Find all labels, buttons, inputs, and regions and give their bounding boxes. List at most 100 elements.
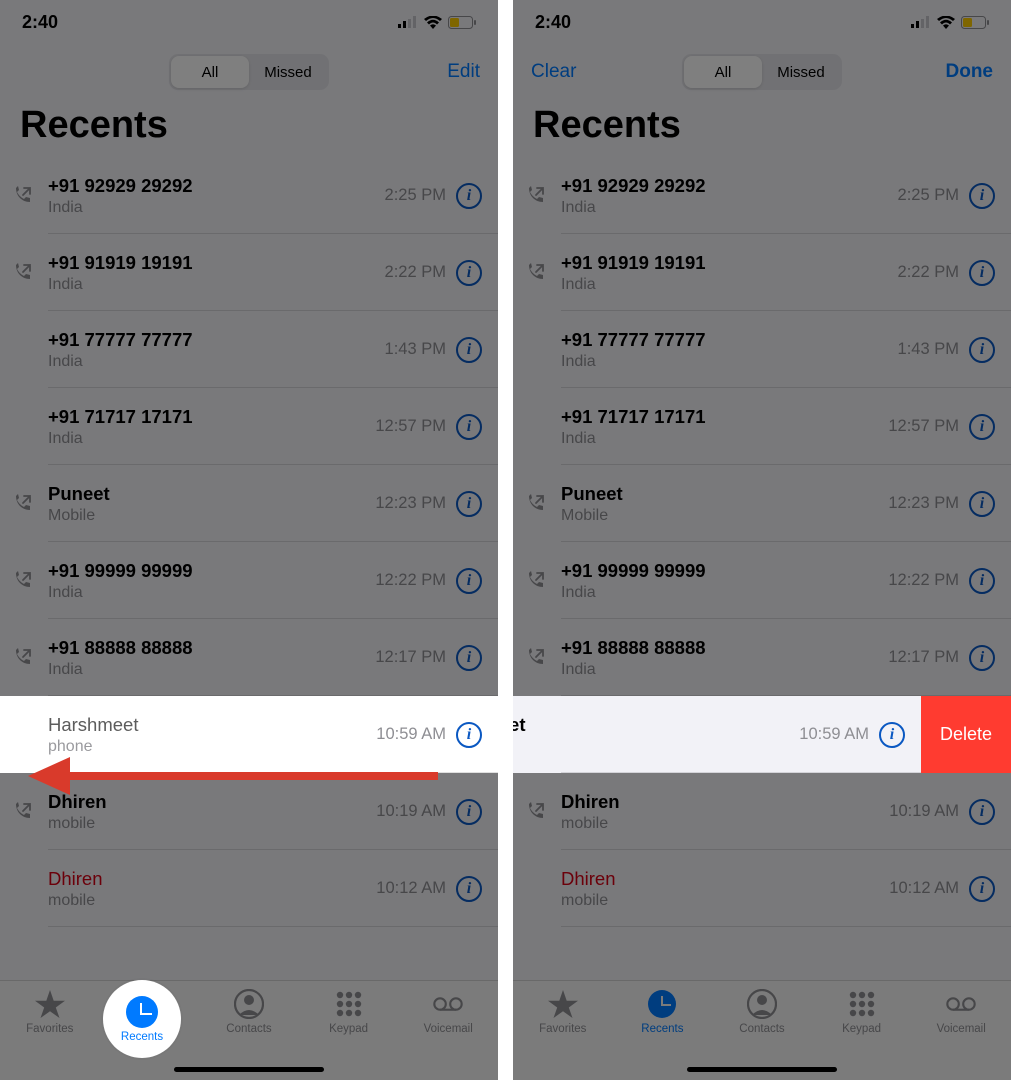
call-name: +91 92929 29292: [48, 175, 385, 197]
tab-bar: Favorites Recents Contacts Keypad: [0, 980, 498, 1080]
info-icon[interactable]: i: [969, 491, 995, 517]
info-icon[interactable]: i: [456, 799, 482, 825]
info-icon[interactable]: i: [969, 183, 995, 209]
segmented-control[interactable]: All Missed: [682, 54, 842, 90]
outgoing-call-icon: [12, 263, 48, 283]
call-row[interactable]: Dhirenmobile10:19 AMi: [0, 773, 498, 850]
call-row[interactable]: +91 88888 88888India12:17 PMi: [0, 619, 498, 696]
call-sublabel: mobile: [561, 815, 889, 833]
call-name: Dhiren: [561, 868, 889, 890]
segment-all[interactable]: All: [171, 56, 249, 88]
call-sublabel: India: [561, 430, 888, 448]
done-button[interactable]: Done: [946, 61, 994, 83]
call-row[interactable]: +91 92929 29292India2:25 PMi: [513, 157, 1011, 234]
status-time: 2:40: [22, 12, 58, 33]
tab-voicemail[interactable]: Voicemail: [916, 989, 1006, 1035]
call-name: Puneet: [48, 483, 375, 505]
call-sublabel: mobile: [48, 815, 376, 833]
tab-favorites[interactable]: Favorites: [5, 989, 95, 1035]
call-row[interactable]: +91 99999 99999India12:22 PMi: [513, 542, 1011, 619]
tab-contacts[interactable]: Contacts: [717, 989, 807, 1035]
home-indicator[interactable]: [687, 1067, 837, 1072]
delete-button[interactable]: Delete: [921, 696, 1011, 773]
star-icon: [548, 989, 578, 1019]
call-sublabel: India: [561, 353, 898, 371]
segment-missed[interactable]: Missed: [249, 56, 327, 88]
call-time: 12:22 PM: [375, 571, 446, 590]
tab-contacts[interactable]: Contacts: [204, 989, 294, 1035]
tab-voicemail[interactable]: Voicemail: [403, 989, 493, 1035]
tab-favorites[interactable]: Favorites: [518, 989, 608, 1035]
call-time: 10:59 AM: [376, 725, 446, 744]
call-row[interactable]: +91 91919 19191India2:22 PMi: [0, 234, 498, 311]
edit-button[interactable]: Edit: [447, 61, 480, 83]
call-row[interactable]: hmeetone10:59 AMiDelete: [513, 696, 1011, 773]
segment-missed[interactable]: Missed: [762, 56, 840, 88]
info-icon[interactable]: i: [456, 722, 482, 748]
call-name: Puneet: [561, 483, 888, 505]
info-icon[interactable]: i: [969, 645, 995, 671]
info-icon[interactable]: i: [879, 722, 905, 748]
segment-all[interactable]: All: [684, 56, 762, 88]
call-row[interactable]: +91 71717 17171India12:57 PMi: [0, 388, 498, 465]
call-sublabel: Mobile: [561, 507, 888, 525]
info-icon[interactable]: i: [456, 337, 482, 363]
call-row[interactable]: Dhirenmobile10:12 AMi: [0, 850, 498, 927]
info-icon[interactable]: i: [456, 568, 482, 594]
call-name: +91 77777 77777: [561, 329, 898, 351]
call-sublabel: India: [561, 199, 898, 217]
info-icon[interactable]: i: [456, 414, 482, 440]
call-sublabel: mobile: [561, 892, 889, 910]
call-row[interactable]: Puneet Mobile12:23 PM i: [513, 465, 1011, 542]
info-icon[interactable]: i: [969, 337, 995, 363]
tab-keypad[interactable]: Keypad: [817, 989, 907, 1035]
tab-label: Keypad: [842, 1023, 881, 1035]
info-icon[interactable]: i: [969, 414, 995, 440]
tab-keypad[interactable]: Keypad: [304, 989, 394, 1035]
info-icon[interactable]: i: [969, 260, 995, 286]
call-sublabel: India: [48, 276, 385, 294]
segmented-control[interactable]: All Missed: [169, 54, 329, 90]
tab-bar: Favorites Recents Contacts Keypad: [513, 980, 1011, 1080]
call-row[interactable]: +91 99999 99999India12:22 PMi: [0, 542, 498, 619]
call-time: 12:17 PM: [888, 648, 959, 667]
info-icon[interactable]: i: [456, 183, 482, 209]
contact-icon: [234, 989, 264, 1019]
nav-header: All Missed Edit: [0, 44, 498, 100]
tab-label: Recents: [641, 1023, 683, 1035]
info-icon[interactable]: i: [456, 491, 482, 517]
call-name: Dhiren: [48, 791, 376, 813]
info-icon[interactable]: i: [969, 799, 995, 825]
call-row[interactable]: +91 77777 77777India1:43 PMi: [0, 311, 498, 388]
info-icon[interactable]: i: [969, 876, 995, 902]
home-indicator[interactable]: [174, 1067, 324, 1072]
outgoing-call-icon: [525, 186, 561, 206]
call-row[interactable]: Dhirenmobile10:12 AMi: [513, 850, 1011, 927]
tab-recents[interactable]: Recents: [617, 989, 707, 1035]
info-icon[interactable]: i: [969, 568, 995, 594]
call-row[interactable]: +91 91919 19191India2:22 PMi: [513, 234, 1011, 311]
call-row[interactable]: +91 88888 88888India12:17 PMi: [513, 619, 1011, 696]
call-name: +91 71717 17171: [48, 406, 375, 428]
call-row[interactable]: +91 77777 77777India1:43 PMi: [513, 311, 1011, 388]
call-row[interactable]: Dhirenmobile10:19 AMi: [513, 773, 1011, 850]
recents-list[interactable]: +91 92929 29292India2:25 PMi+91 91919 19…: [513, 157, 1011, 927]
call-time: 12:57 PM: [375, 417, 446, 436]
call-row[interactable]: +91 71717 17171India12:57 PMi: [513, 388, 1011, 465]
call-sublabel: India: [561, 276, 898, 294]
tab-label: Contacts: [739, 1023, 784, 1035]
recents-list[interactable]: +91 92929 29292India2:25 PMi+91 91919 19…: [0, 157, 498, 927]
outgoing-call-icon: [525, 802, 561, 822]
keypad-icon: [334, 989, 364, 1019]
info-icon[interactable]: i: [456, 645, 482, 671]
call-row[interactable]: PuneetMobile12:23 PMi: [0, 465, 498, 542]
clock-icon: [647, 989, 677, 1019]
outgoing-call-icon: [525, 648, 561, 668]
call-time: 12:23 PM: [888, 494, 959, 513]
info-icon[interactable]: i: [456, 876, 482, 902]
clear-button[interactable]: Clear: [531, 61, 576, 83]
call-name: +91 99999 99999: [48, 560, 375, 582]
call-row[interactable]: Harshmeetphone10:59 AMi: [0, 696, 498, 773]
info-icon[interactable]: i: [456, 260, 482, 286]
call-row[interactable]: +91 92929 29292India2:25 PMi: [0, 157, 498, 234]
